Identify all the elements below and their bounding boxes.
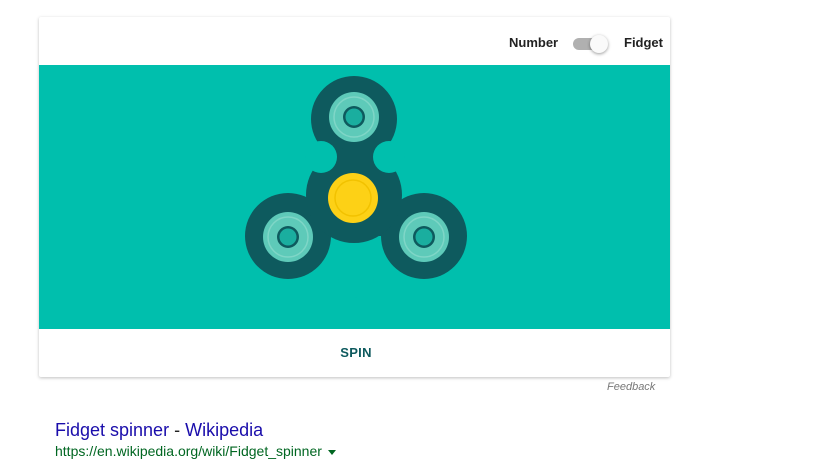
mode-label-number: Number [509,35,559,50]
fidget-spinner-card: Number Fidget SPIN [39,17,670,377]
bearing-left [263,212,313,262]
fidget-spinner[interactable] [39,65,670,329]
mode-toggle-switch[interactable] [572,35,609,53]
spin-bar: SPIN [39,329,670,377]
result-title-separator: - [169,420,186,440]
bearing-top [329,92,379,142]
result-title-text[interactable]: Fidget spinner [55,420,169,440]
caret-down-icon[interactable] [327,449,336,455]
bearing-right [399,212,449,262]
spinner-stage [39,65,670,329]
result-source[interactable]: Wikipedia [185,420,263,440]
mode-label-fidget: Fidget [624,35,663,50]
card-header: Number Fidget [39,17,670,65]
result-title-link[interactable]: Fidget spinner - Wikipedia [55,420,555,440]
spin-button[interactable]: SPIN [321,337,391,369]
search-result: Fidget spinner - Wikipedia https://en.wi… [55,420,555,459]
center-bearing [328,173,378,223]
toggle-thumb[interactable] [590,35,608,53]
feedback-link[interactable]: Feedback [607,381,655,393]
